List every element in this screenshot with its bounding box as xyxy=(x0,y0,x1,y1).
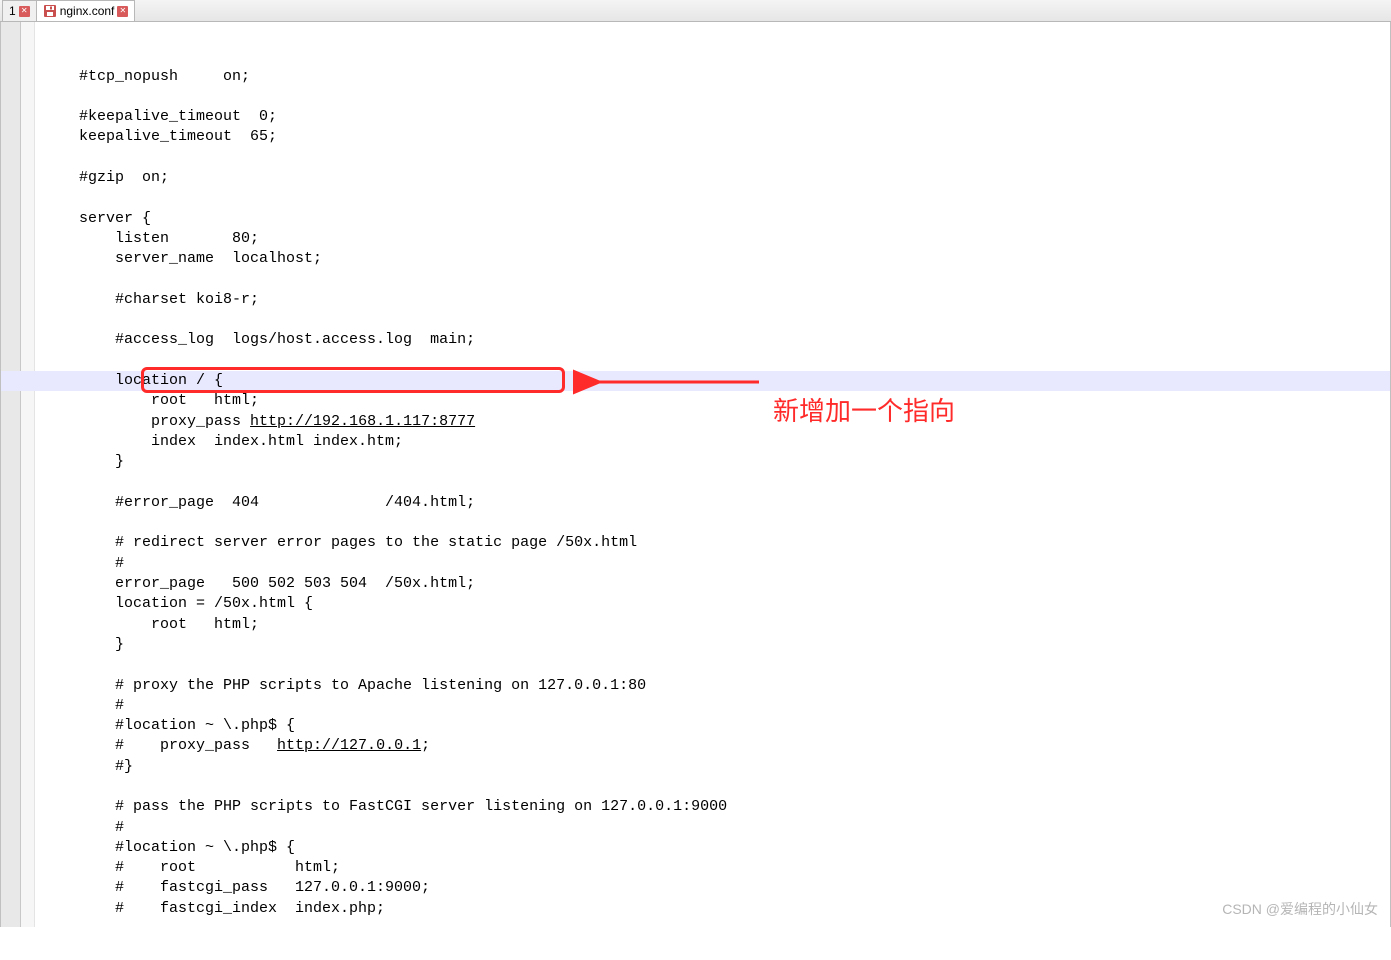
code-line: keepalive_timeout 65; xyxy=(43,127,1390,147)
code-line: # xyxy=(43,554,1390,574)
code-line: # fastcgi_pass 127.0.0.1:9000; xyxy=(43,878,1390,898)
code-line: index index.html index.htm; xyxy=(43,432,1390,452)
proxy-pass-url-2: http://127.0.0.1 xyxy=(277,737,421,754)
code-line: } xyxy=(43,635,1390,655)
code-line: # proxy_pass http://127.0.0.1; xyxy=(43,736,1390,756)
code-line xyxy=(43,148,1390,168)
tab-label: 1 xyxy=(9,4,16,18)
close-icon[interactable]: ✕ xyxy=(19,6,30,17)
tab-label: nginx.conf xyxy=(60,4,115,18)
code-line: #gzip on; xyxy=(43,168,1390,188)
code-line: proxy_pass http://192.168.1.117:8777 xyxy=(43,412,1390,432)
code-line: # fastcgi_index index.php; xyxy=(43,899,1390,919)
code-line xyxy=(43,188,1390,208)
code-line xyxy=(43,473,1390,493)
code-line: server_name localhost; xyxy=(43,249,1390,269)
code-line: # pass the PHP scripts to FastCGI server… xyxy=(43,797,1390,817)
code-line: error_page 500 502 503 504 /50x.html; xyxy=(43,574,1390,594)
tab-nginx-conf[interactable]: nginx.conf ✕ xyxy=(36,0,136,21)
fold-column xyxy=(21,22,35,927)
editor[interactable]: #tcp_nopush on; #keepalive_timeout 0; ke… xyxy=(0,22,1391,927)
code-line xyxy=(43,777,1390,797)
code-line: server { xyxy=(43,209,1390,229)
line-number-gutter xyxy=(1,22,21,927)
code-line: #charset koi8-r; xyxy=(43,290,1390,310)
save-disk-icon xyxy=(43,4,57,18)
code-line: # redirect server error pages to the sta… xyxy=(43,533,1390,553)
code-line: listen 80; xyxy=(43,229,1390,249)
code-line: #} xyxy=(43,757,1390,777)
code-line: # root html; xyxy=(43,858,1390,878)
code-line: # xyxy=(43,818,1390,838)
code-area[interactable]: #tcp_nopush on; #keepalive_timeout 0; ke… xyxy=(35,22,1390,927)
watermark: CSDN @爱编程的小仙女 xyxy=(1222,899,1378,919)
tab-bar: 1 ✕ nginx.conf ✕ xyxy=(0,0,1391,22)
tab-unnamed[interactable]: 1 ✕ xyxy=(2,0,37,21)
close-icon[interactable]: ✕ xyxy=(117,6,128,17)
proxy-pass-url: http://192.168.1.117:8777 xyxy=(250,413,475,430)
code-line: } xyxy=(43,452,1390,472)
code-line xyxy=(43,351,1390,371)
code-line xyxy=(43,270,1390,290)
annotation-text: 新增加一个指向 xyxy=(773,391,955,428)
code-line: location = /50x.html { xyxy=(43,594,1390,614)
code-line: location / { xyxy=(43,371,1390,391)
code-line xyxy=(43,655,1390,675)
code-line: # proxy the PHP scripts to Apache listen… xyxy=(43,676,1390,696)
code-line xyxy=(43,310,1390,330)
code-line: #location ~ \.php$ { xyxy=(43,716,1390,736)
code-line: #access_log logs/host.access.log main; xyxy=(43,330,1390,350)
code-line: # xyxy=(43,696,1390,716)
code-line: root html; xyxy=(43,391,1390,411)
code-line: #tcp_nopush on; xyxy=(43,67,1390,87)
code-line: root html; xyxy=(43,615,1390,635)
code-line xyxy=(43,87,1390,107)
code-line: #error_page 404 /404.html; xyxy=(43,493,1390,513)
code-line: #keepalive_timeout 0; xyxy=(43,107,1390,127)
code-line xyxy=(43,513,1390,533)
code-line: #location ~ \.php$ { xyxy=(43,838,1390,858)
